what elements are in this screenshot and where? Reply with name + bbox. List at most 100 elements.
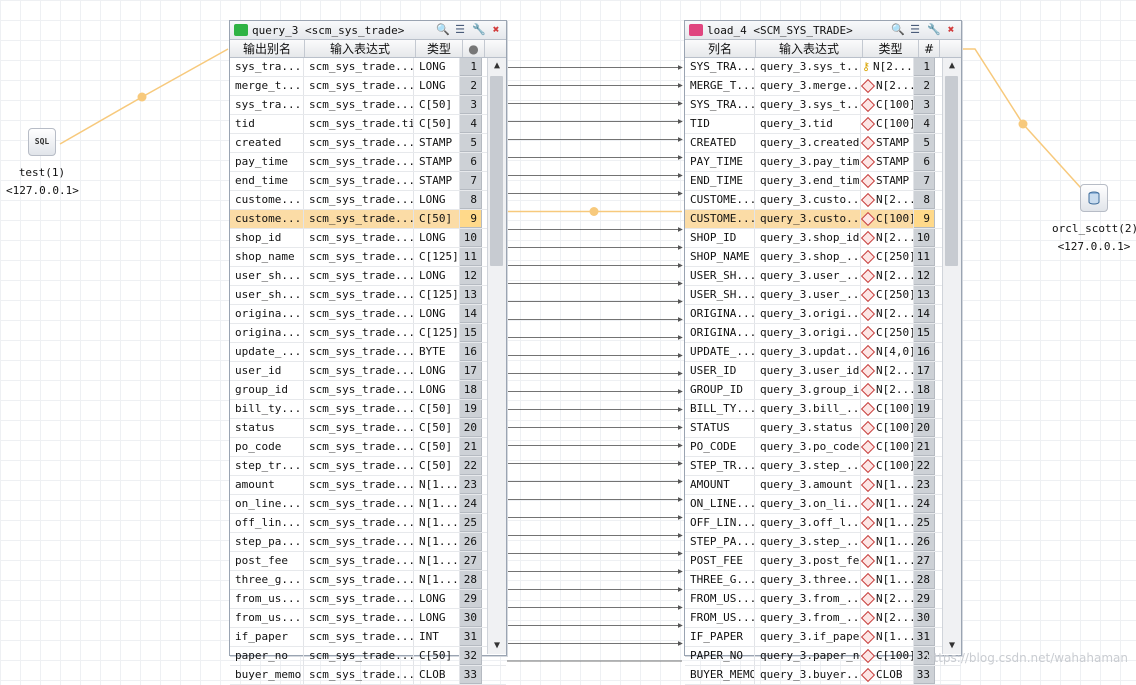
scroll-up-icon[interactable]: ▲ xyxy=(488,58,506,74)
cell-expression[interactable]: scm_sys_trade.... xyxy=(304,381,414,399)
table-row[interactable]: OFF_LIN... query_3.off_l... N[1... 25 xyxy=(685,514,961,533)
cell-type[interactable]: N[1... xyxy=(414,514,460,532)
table-row[interactable]: three_g... scm_sys_trade.... N[1... 28 xyxy=(230,571,506,590)
cell-name[interactable]: GROUP_ID xyxy=(685,381,755,399)
cell-expression[interactable]: query_3.shop_id xyxy=(755,229,861,247)
cell-name[interactable]: custome... xyxy=(230,191,304,209)
cell-name[interactable]: po_code xyxy=(230,438,304,456)
search-icon[interactable]: 🔍 xyxy=(436,23,450,36)
cell-name[interactable]: STATUS xyxy=(685,419,755,437)
table-row[interactable]: po_code scm_sys_trade.... C[50] 21 xyxy=(230,438,506,457)
cell-expression[interactable]: scm_sys_trade.... xyxy=(304,533,414,551)
table-row[interactable]: step_tr... scm_sys_trade.... C[50] 22 xyxy=(230,457,506,476)
table-row[interactable]: USER_ID query_3.user_id N[2... 17 xyxy=(685,362,961,381)
load-scrollbar[interactable]: ▲ ▼ xyxy=(942,58,961,654)
cell-expression[interactable]: query_3.on_li... xyxy=(755,495,861,513)
cell-expression[interactable]: query_3.group_id xyxy=(755,381,861,399)
cell-type[interactable]: C[50] xyxy=(414,400,460,418)
cell-expression[interactable]: query_3.bill_... xyxy=(755,400,861,418)
table-row[interactable]: PO_CODE query_3.po_code C[100] 21 xyxy=(685,438,961,457)
cell-expression[interactable]: query_3.if_paper xyxy=(755,628,861,646)
cell-type[interactable]: N[1... xyxy=(414,476,460,494)
cell-type[interactable]: LONG xyxy=(414,58,460,76)
cell-expression[interactable]: scm_sys_trade.... xyxy=(304,438,414,456)
cell-name[interactable]: amount xyxy=(230,476,304,494)
cell-expression[interactable]: scm_sys_trade.... xyxy=(304,134,414,152)
cell-name[interactable]: sys_tra... xyxy=(230,96,304,114)
search-icon[interactable]: 🔍 xyxy=(891,23,905,36)
cell-type[interactable]: LONG xyxy=(414,305,460,323)
cell-expression[interactable]: scm_sys_trade.... xyxy=(304,248,414,266)
cell-type[interactable]: STAMP xyxy=(861,172,914,190)
cell-expression[interactable]: scm_sys_trade.... xyxy=(304,647,414,665)
cell-expression[interactable]: scm_sys_trade.... xyxy=(304,514,414,532)
cell-type[interactable]: C[100] xyxy=(861,438,914,456)
cell-expression[interactable]: scm_sys_trade.... xyxy=(304,191,414,209)
table-row[interactable]: TID query_3.tid C[100] 4 xyxy=(685,115,961,134)
cell-name[interactable]: CREATED xyxy=(685,134,755,152)
cell-expression[interactable]: query_3.from_... xyxy=(755,609,861,627)
cell-type[interactable]: N[1... xyxy=(861,514,914,532)
cell-type[interactable]: LONG xyxy=(414,362,460,380)
cell-expression[interactable]: query_3.paper_no xyxy=(755,647,861,665)
header-output-alias[interactable]: 输出别名 xyxy=(230,40,305,57)
cell-type[interactable]: ⚷ N[2... xyxy=(861,58,914,76)
table-row[interactable]: AMOUNT query_3.amount N[1... 23 xyxy=(685,476,961,495)
cell-name[interactable]: ON_LINE... xyxy=(685,495,755,513)
cell-expression[interactable]: query_3.custo... xyxy=(755,210,861,228)
cell-type[interactable]: C[125] xyxy=(414,248,460,266)
table-row[interactable]: user_sh... scm_sys_trade.... C[125] 13 xyxy=(230,286,506,305)
table-row[interactable]: user_id scm_sys_trade.... LONG 17 xyxy=(230,362,506,381)
cell-name[interactable]: pay_time xyxy=(230,153,304,171)
table-row[interactable]: bill_ty... scm_sys_trade.... C[50] 19 xyxy=(230,400,506,419)
table-row[interactable]: STEP_PA... query_3.step_... N[1... 26 xyxy=(685,533,961,552)
cell-name[interactable]: UPDATE_... xyxy=(685,343,755,361)
cell-name[interactable]: STEP_TR... xyxy=(685,457,755,475)
table-row[interactable]: SHOP_ID query_3.shop_id N[2... 10 xyxy=(685,229,961,248)
cell-expression[interactable]: query_3.po_code xyxy=(755,438,861,456)
cell-name[interactable]: IF_PAPER xyxy=(685,628,755,646)
cell-name[interactable]: sys_tra... xyxy=(230,58,304,76)
cell-name[interactable]: origina... xyxy=(230,305,304,323)
cell-name[interactable]: shop_id xyxy=(230,229,304,247)
cell-name[interactable]: if_paper xyxy=(230,628,304,646)
header-index[interactable]: # xyxy=(919,40,940,57)
cell-type[interactable]: N[1... xyxy=(861,628,914,646)
cell-name[interactable]: user_sh... xyxy=(230,267,304,285)
cell-type[interactable]: N[1... xyxy=(414,571,460,589)
cell-name[interactable]: SHOP_NAME xyxy=(685,248,755,266)
cell-expression[interactable]: scm_sys_trade.... xyxy=(304,210,414,228)
cell-name[interactable]: created xyxy=(230,134,304,152)
cell-type[interactable]: N[1... xyxy=(861,476,914,494)
table-row[interactable]: if_paper scm_sys_trade.... INT 31 xyxy=(230,628,506,647)
cell-type[interactable]: LONG xyxy=(414,609,460,627)
cell-expression[interactable]: scm_sys_trade.... xyxy=(304,552,414,570)
scroll-up-icon[interactable]: ▲ xyxy=(943,58,961,74)
cell-type[interactable]: LONG xyxy=(414,381,460,399)
cell-expression[interactable]: query_3.origi... xyxy=(755,324,861,342)
cell-type[interactable]: C[100] xyxy=(861,647,914,665)
cell-type[interactable]: CLOB xyxy=(861,666,914,684)
cell-expression[interactable]: query_3.end_time xyxy=(755,172,861,190)
cell-name[interactable]: off_lin... xyxy=(230,514,304,532)
table-row[interactable]: STEP_TR... query_3.step_... C[100] 22 xyxy=(685,457,961,476)
cell-name[interactable]: origina... xyxy=(230,324,304,342)
cell-type[interactable]: C[100] xyxy=(861,210,914,228)
cell-name[interactable]: from_us... xyxy=(230,609,304,627)
table-row[interactable]: buyer_memo scm_sys_trade.... CLOB 33 xyxy=(230,666,506,685)
header-column-name[interactable]: 列名 xyxy=(685,40,756,57)
query-panel[interactable]: query_3 <scm_sys_trade> 🔍 ☰ 🔧 ✖ 输出别名 输入表… xyxy=(229,20,507,685)
cell-name[interactable]: paper_no xyxy=(230,647,304,665)
table-row[interactable]: GROUP_ID query_3.group_id N[2... 18 xyxy=(685,381,961,400)
cell-type[interactable]: N[2... xyxy=(861,590,914,608)
cell-expression[interactable]: scm_sys_trade.... xyxy=(304,77,414,95)
cell-expression[interactable]: scm_sys_trade.... xyxy=(304,229,414,247)
cell-type[interactable]: CLOB xyxy=(414,666,460,684)
cell-name[interactable]: TID xyxy=(685,115,755,133)
table-row[interactable]: off_lin... scm_sys_trade.... N[1... 25 xyxy=(230,514,506,533)
cell-name[interactable]: custome... xyxy=(230,210,304,228)
cell-type[interactable]: C[250] xyxy=(861,324,914,342)
cell-type[interactable]: N[2... xyxy=(861,229,914,247)
table-row[interactable]: MERGE_T... query_3.merge... N[2... 2 xyxy=(685,77,961,96)
cell-type[interactable]: LONG xyxy=(414,267,460,285)
